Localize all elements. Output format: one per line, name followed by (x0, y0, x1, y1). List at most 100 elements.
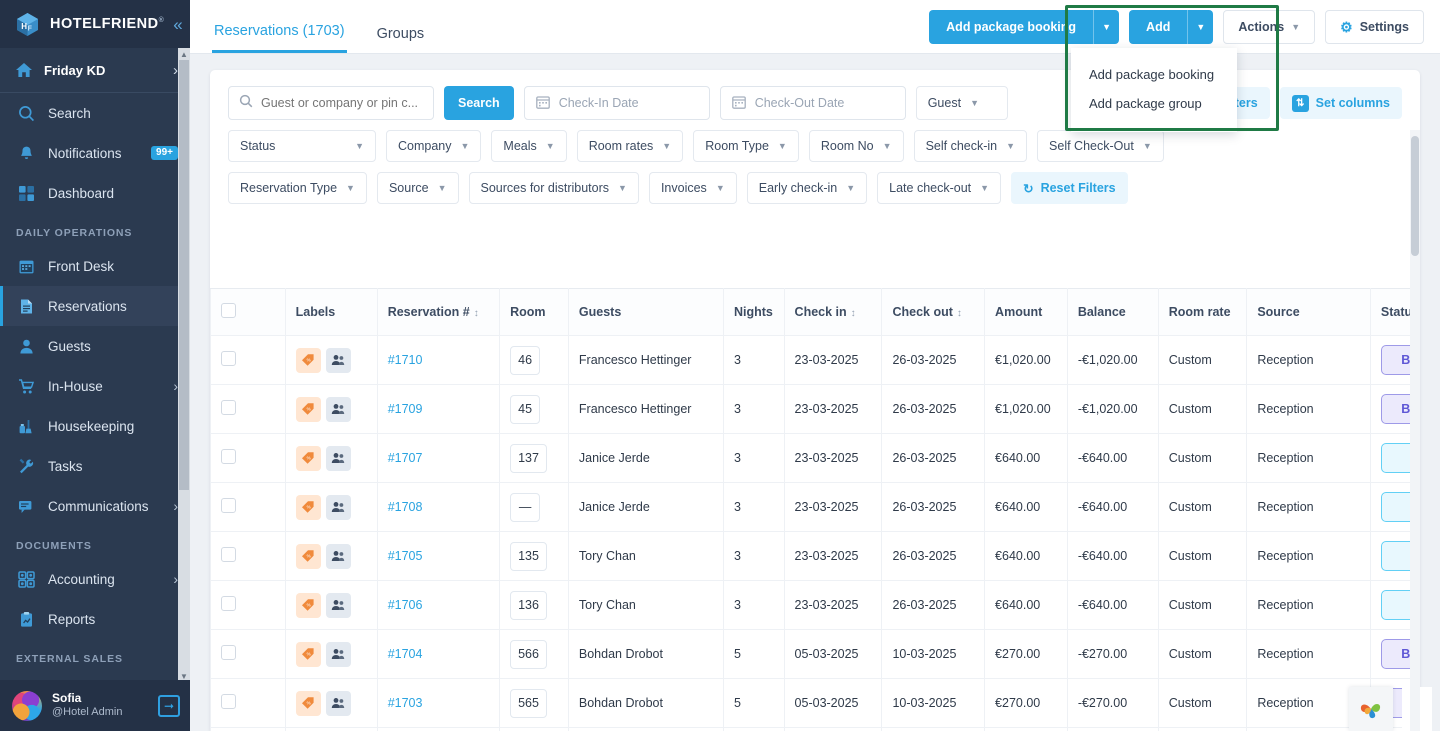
tab-groups[interactable]: Groups (375, 26, 427, 53)
sort-icon[interactable]: ↕ (851, 308, 856, 319)
filter-chip-meals[interactable]: Meals ▼ (491, 130, 567, 162)
search-input-wrap[interactable] (228, 86, 434, 120)
filter-chip-room-type[interactable]: Room Type ▼ (693, 130, 799, 162)
sidebar-item-reservations[interactable]: Reservations (0, 286, 190, 326)
group-guests-icon[interactable] (325, 396, 351, 422)
sidebar-scroll-thumb[interactable] (179, 60, 189, 490)
set-columns-button[interactable]: ⇅ Set columns (1279, 87, 1402, 119)
filter-chip-room-rates[interactable]: Room rates ▼ (576, 130, 684, 162)
discount-tag-icon[interactable]: % (295, 347, 321, 373)
filter-chip-sources-for-distributors[interactable]: Sources for distributors ▼ (468, 172, 639, 204)
discount-tag-icon[interactable]: % (295, 543, 321, 569)
row-checkbox[interactable] (221, 596, 236, 611)
filter-chip-reservation-type[interactable]: Reservation Type ▼ (228, 172, 367, 204)
tab-reservations[interactable]: Reservations (1703) (212, 23, 347, 53)
property-selector[interactable]: Friday KD › (0, 48, 190, 93)
reservation-link[interactable]: #1703 (388, 696, 423, 710)
search-input[interactable] (261, 96, 423, 110)
reservation-link[interactable]: #1704 (388, 647, 423, 661)
sidebar-item-in-house[interactable]: In-House › (0, 366, 190, 406)
group-guests-icon[interactable] (325, 494, 351, 520)
checkin-date-field[interactable]: Check-In Date (523, 86, 710, 120)
table-row[interactable]: %#17019009Bohdan Drobot302-03-202505-03-… (210, 727, 1420, 731)
actions-button[interactable]: Actions ▼ (1223, 10, 1316, 44)
guest-filter-chip[interactable]: Guest ▼ (915, 86, 1008, 120)
row-checkbox[interactable] (221, 547, 236, 562)
reservation-link[interactable]: #1709 (388, 402, 423, 416)
table-row[interactable]: % #1704 566 Bohdan Drobot 5 05-03-2025 10-03-2… (210, 629, 1420, 679)
filter-chip-invoices[interactable]: Invoices ▼ (648, 172, 737, 204)
table-row[interactable]: % #1703 565 Bohdan Drobot 5 05-03-2025 10-03-2… (210, 678, 1420, 728)
checkout-date-field[interactable]: Check-Out Date (719, 86, 906, 120)
menu-item-add-package-booking[interactable]: Add package booking (1071, 60, 1237, 89)
table-row[interactable]: % #1705 135 Tory Chan 3 23-03-2025 26-03-2025 €… (210, 531, 1420, 581)
sort-icon[interactable]: ↕ (957, 308, 962, 319)
sidebar-item-guests[interactable]: Guests (0, 326, 190, 366)
th-check-in[interactable]: Check in ↕ (783, 288, 883, 336)
group-guests-icon[interactable] (325, 445, 351, 471)
sidebar-item-arrangements[interactable]: Arrangements (0, 672, 190, 680)
sidebar-scrollbar[interactable]: ▲ ▼ (178, 48, 190, 682)
reservation-link[interactable]: #1705 (388, 549, 423, 563)
row-checkbox[interactable] (221, 498, 236, 513)
row-checkbox[interactable] (221, 351, 236, 366)
group-guests-icon[interactable] (325, 641, 351, 667)
filter-chip-status[interactable]: Status ▼ (228, 130, 376, 162)
discount-tag-icon[interactable]: % (295, 641, 321, 667)
sidebar-item-notifications[interactable]: Notifications 99+ (0, 133, 190, 173)
filter-chip-early-check-in[interactable]: Early check-in ▼ (746, 172, 868, 204)
sort-icon[interactable]: ↕ (474, 308, 479, 319)
select-all-checkbox[interactable] (221, 303, 236, 318)
reservation-link[interactable]: #1706 (388, 598, 423, 612)
sidebar-item-search[interactable]: Search (0, 93, 190, 133)
discount-tag-icon[interactable]: % (295, 396, 321, 422)
table-row[interactable]: % #1709 45 Francesco Hettinger 3 23-03-2025 26… (210, 384, 1420, 434)
table-row[interactable]: % #1706 136 Tory Chan 3 23-03-2025 26-03-2025 €… (210, 580, 1420, 630)
add-caret-icon[interactable]: ▼ (1187, 10, 1214, 44)
logout-icon[interactable]: ➞ (158, 694, 180, 717)
filter-chip-self-check-in[interactable]: Self check-in ▼ (913, 130, 1028, 162)
group-guests-icon[interactable] (325, 347, 351, 373)
sidebar-item-communications[interactable]: Communications › (0, 486, 190, 526)
discount-tag-icon[interactable]: % (295, 592, 321, 618)
sidebar-item-front-desk[interactable]: Front Desk (0, 246, 190, 286)
group-guests-icon[interactable] (325, 690, 351, 716)
search-button[interactable]: Search (444, 86, 514, 120)
sidebar-item-accounting[interactable]: Accounting › (0, 559, 190, 599)
reservation-link[interactable]: #1708 (388, 500, 423, 514)
sidebar-item-reports[interactable]: Reports (0, 599, 190, 639)
table-row[interactable]: % #1708 — Janice Jerde 3 23-03-2025 26-03-2025… (210, 482, 1420, 532)
table-row[interactable]: % #1707 137 Janice Jerde 3 23-03-2025 26-03-20… (210, 433, 1420, 483)
table-vertical-scrollbar[interactable] (1410, 130, 1420, 731)
discount-tag-icon[interactable]: % (295, 445, 321, 471)
row-checkbox[interactable] (221, 645, 236, 660)
table-scroll-thumb[interactable] (1411, 136, 1419, 256)
reset-filters-button[interactable]: ↻ Reset Filters (1011, 172, 1128, 204)
filter-chip-company[interactable]: Company ▼ (386, 130, 482, 162)
sidebar-item-dashboard[interactable]: Dashboard (0, 173, 190, 213)
discount-tag-icon[interactable]: % (295, 494, 321, 520)
sidebar-item-housekeeping[interactable]: Housekeeping (0, 406, 190, 446)
user-profile[interactable]: Sofia @Hotel Admin ➞ (0, 680, 190, 731)
row-checkbox[interactable] (221, 449, 236, 464)
sidebar-item-tasks[interactable]: Tasks (0, 446, 190, 486)
scroll-up-arrow-icon[interactable]: ▲ (179, 48, 189, 60)
settings-button[interactable]: ⚙ Settings (1325, 10, 1424, 44)
filter-chip-room-no[interactable]: Room No ▼ (808, 130, 904, 162)
add-package-booking-caret-icon[interactable]: ▼ (1093, 10, 1120, 44)
support-widget-icon[interactable] (1349, 687, 1393, 731)
brand-logo[interactable]: H F HOTELFRIEND® « (0, 0, 190, 48)
filter-chip-source[interactable]: Source ▼ (376, 172, 459, 204)
th-check-out[interactable]: Check out ↕ (881, 288, 986, 336)
table-row[interactable]: % #1710 46 Francesco Hettinger 3 23-03-2025 26… (210, 335, 1420, 385)
group-guests-icon[interactable] (325, 592, 351, 618)
reservation-link[interactable]: #1710 (388, 353, 423, 367)
reservation-link[interactable]: #1707 (388, 451, 423, 465)
add-package-booking-button[interactable]: Add package booking (929, 10, 1094, 44)
row-checkbox[interactable] (221, 400, 236, 415)
add-button[interactable]: Add (1129, 10, 1188, 44)
row-checkbox[interactable] (221, 694, 236, 709)
group-guests-icon[interactable] (325, 543, 351, 569)
th-reservation[interactable]: Reservation # ↕ (376, 288, 501, 336)
collapse-sidebar-icon[interactable]: « (173, 16, 184, 33)
